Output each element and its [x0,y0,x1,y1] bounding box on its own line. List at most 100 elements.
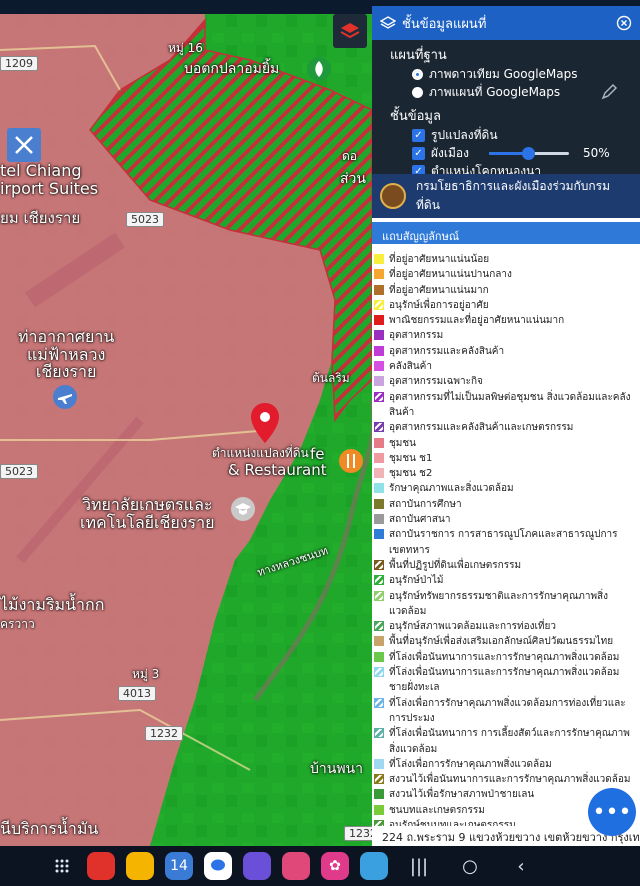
flower-app-icon[interactable]: ✿ [321,852,349,880]
map-label-airport: ท่าอากาศยาน แม่ฟ้าหลวง เชียงราย [18,327,115,382]
legend-label: ที่อยู่อาศัยหนาแน่นมาก [389,284,489,296]
legend-swatch [374,284,384,295]
legend-label: พาณิชยกรรมและที่อยู่อาศัยหนาแน่นมาก [389,315,565,327]
location-pin-icon[interactable] [250,402,280,444]
map-label-ds: ดอ [342,149,357,163]
layer-panel-header: ชั้นข้อมูลแผนที่ [372,6,640,40]
radio-selected[interactable] [412,68,423,80]
legend-item: ชุมชน ช1 [374,451,640,466]
layer-option-cityplan[interactable]: ✓ ผังเมือง 50% [372,144,640,162]
grid-icon [55,859,69,873]
home-icon[interactable]: ○ [450,856,490,877]
legend-label: สถาบันศาสนา [389,514,451,526]
basemap-option-label: ภาพแผนที่ GoogleMaps [429,84,561,99]
legend-swatch [374,299,384,310]
legend-swatch [374,559,384,570]
legend-swatch [374,315,384,326]
recent-apps-icon[interactable]: ||| [399,856,439,877]
legend-item: อุตสาหกรรมที่ไม่เป็นมลพิษต่อชุมชน สิ่งแว… [374,390,640,421]
basemap-option-label: ภาพดาวเทียม GoogleMaps [429,66,578,81]
legend-label: รักษาคุณภาพและสิ่งแวดล้อม [389,483,514,495]
legend-item: ที่โล่งเพื่อนันทนาการ การเลี้ยงสัตว์และก… [374,726,640,757]
legend-item: ที่โล่งเพื่อนันทนาการและการรักษาคุณภาพสิ… [374,665,640,696]
legend-swatch [374,651,384,662]
legend-swatch [374,422,384,433]
legend-label: ที่โล่งเพื่อนันทนาการและการรักษาคุณภาพสิ… [389,651,620,663]
legend-label: ชุมชน [389,437,417,449]
slider-thumb[interactable] [522,147,536,160]
road-badge: 4013 [118,686,156,701]
messages-app-icon[interactable] [204,852,232,880]
legend-swatch [374,330,384,341]
basemap-option-satellite[interactable]: ภาพดาวเทียม GoogleMaps [372,65,640,83]
legend-item: อนุรักษ์เพื่อการอยู่อาศัย [374,298,640,313]
legend-swatch [374,789,384,800]
legend-item: อุตสาหกรรมและคลังสินค้า [374,344,640,359]
legend-swatch [374,636,384,647]
basemap-option-map[interactable]: ภาพแผนที่ GoogleMaps [372,83,640,101]
legend-swatch [374,697,384,708]
more-options-button[interactable]: ••• [588,788,636,836]
legend-label: ที่โล่งเพื่อนันทนาการและการรักษาคุณภาพสิ… [389,667,620,694]
layer-option-parcel[interactable]: ✓ รูปแปลงที่ดิน [372,126,640,144]
calendar-app-icon[interactable]: 14 [165,852,193,880]
road-badge: 5023 [126,212,164,227]
road-badge: 5023 [0,464,38,479]
legend-swatch [374,391,384,402]
airport-icon [53,385,77,409]
legend-label: อุตสาหกรรมที่ไม่เป็นมลพิษต่อชุมชน สิ่งแว… [389,391,631,418]
checkbox-checked[interactable]: ✓ [412,128,425,142]
chat-icon [211,859,225,871]
layers-section-title: ชั้นข้อมูล [390,109,441,124]
legend-label: ที่อยู่อาศัยหนาแน่นน้อย [389,254,490,265]
school-icon [231,497,255,521]
legend-item: ที่โล่งเพื่อการรักษาคุณภาพสิ่งแวดล้อมการ… [374,696,640,727]
fishing-icon [307,57,331,81]
gallery-app-icon[interactable] [360,852,388,880]
camera-app-icon[interactable] [282,852,310,880]
legend-label: อุตสาหกรรม [389,330,444,342]
legend-label: ที่โล่งเพื่อนันทนาการ การเลี้ยงสัตว์และก… [389,728,630,755]
legend-label: สถาบันการศึกษา [389,498,462,510]
radio-unselected[interactable] [412,86,423,98]
legend-swatch [374,269,384,280]
legend-label: ชนบทและเกษตรกรรม [389,804,485,816]
legend-label: อนุรักษ์สภาพแวดล้อมและการท่องเที่ยว [389,621,556,633]
layer-panel: ชั้นข้อมูลแผนที่ แผนที่ฐาน ภาพดาวเทียม G… [372,6,640,178]
legend-swatch [374,498,384,509]
app-drawer-button[interactable] [48,852,76,880]
road-badge: 1232 [145,726,183,741]
layers-icon [340,23,360,39]
legend-label: เขตทหาร [389,544,430,556]
browser-app-icon[interactable] [243,852,271,880]
legend-label: พื้นที่ปฏิรูปที่ดินเพื่อเกษตรกรรม [389,559,522,571]
system-navigation-bar: 14 ✿ ||| ○ ‹ [0,846,640,886]
edit-icon[interactable] [600,83,618,101]
map-label-university: วิทยาลัยเกษตรและ เทคโนโลยีเชียงราย [80,495,215,532]
legend-swatch [374,468,384,479]
more-dots-icon: ••• [592,799,632,825]
legend-list: ที่อยู่อาศัยหนาแน่นน้อยที่อยู่อาศัยหนาแน… [372,244,640,846]
map-label-t-pa: ต้นลริม [312,371,350,385]
legend-item: ที่โล่งเพื่อการรักษาคุณภาพสิ่งแวดล้อม [374,757,640,772]
opacity-slider[interactable] [488,146,569,160]
legend-label: อนุรักษ์ทรัพยากรธรรมชาติและการรักษาคุณภา… [389,590,609,617]
legend-org: กรมโยธาธิการและผังเมืองร่วมกับกรมที่ดิน [416,179,611,212]
legend-swatch [374,774,384,785]
close-icon[interactable] [616,15,632,31]
app-icon-files[interactable] [126,852,154,880]
checkbox-checked[interactable]: ✓ [412,146,425,160]
ruler-pencil-icon [15,136,33,154]
legend-item: ที่อยู่อาศัยหนาแน่นมาก [374,283,640,298]
map-label-sd: ส่วน [340,171,366,187]
legend-label: ชุมชน ช2 [389,468,433,480]
legend-label: อนุรักษ์เพื่อการอยู่อาศัย [389,299,489,311]
measure-tool-button[interactable] [7,128,41,162]
legend-swatch [374,529,384,540]
calendar-date: 14 [170,858,188,874]
legend-swatch [374,758,384,769]
layer-toggle-button[interactable] [333,14,367,48]
restaurant-icon [339,449,363,473]
back-icon[interactable]: ‹ [501,856,541,877]
app-icon-red[interactable] [87,852,115,880]
